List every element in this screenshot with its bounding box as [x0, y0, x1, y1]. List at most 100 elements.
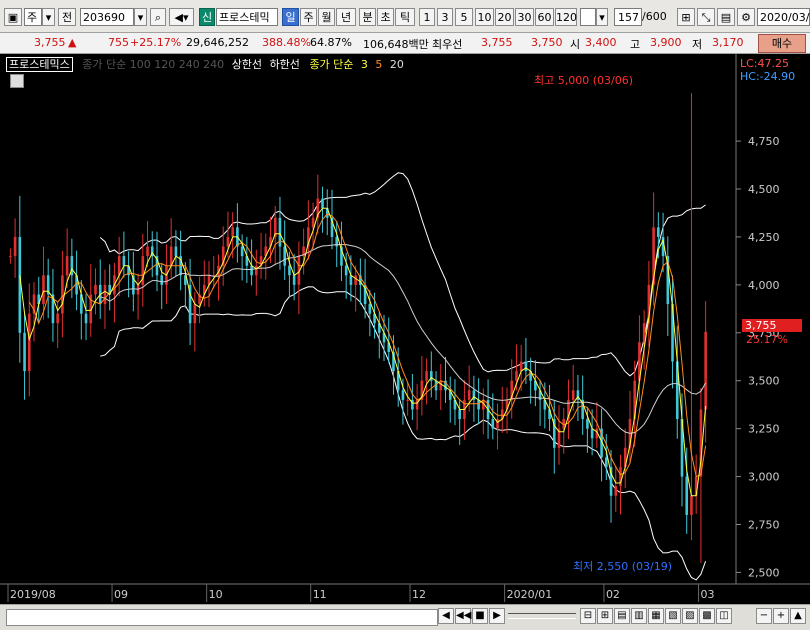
chart-edit-icon[interactable]: ⤡: [697, 8, 715, 26]
price-change: 755: [108, 36, 129, 49]
minute-120[interactable]: 120: [555, 8, 577, 26]
minute-1[interactable]: 1: [419, 8, 435, 26]
settings-gear-icon[interactable]: ⚙: [737, 8, 755, 26]
stock-code-input[interactable]: 203690: [80, 8, 134, 26]
lower-band-line: [100, 286, 707, 581]
upper-band-line: [99, 172, 706, 377]
zoom-f-icon[interactable]: ▧: [665, 608, 681, 624]
sound-icon[interactable]: ◀▾: [169, 8, 194, 26]
chart-tools-icon[interactable]: ⊞: [677, 8, 695, 26]
date-input[interactable]: 2020/03/: [757, 8, 810, 26]
y-tick-label: 4,750: [748, 135, 780, 148]
candle-body: [477, 399, 480, 410]
candle-body: [704, 331, 707, 410]
interval-week[interactable]: 주: [300, 8, 317, 26]
best-label: 최우선: [432, 38, 463, 51]
lc-label: LC:47.25: [740, 57, 790, 70]
legend-ma5: 5: [375, 58, 383, 71]
chart-menu-icon[interactable]: ▣: [4, 8, 22, 26]
candle-body: [614, 486, 618, 496]
minute-5[interactable]: 5: [455, 8, 473, 26]
interval-month[interactable]: 월: [318, 8, 335, 26]
candlestick-chart[interactable]: 4,7504,5004,2504,0003,7503,5003,2503,000…: [0, 54, 810, 604]
minute-custom-input[interactable]: [580, 8, 596, 26]
reset-icon[interactable]: ▲: [790, 608, 806, 624]
candle-body: [250, 265, 253, 276]
zoom-c-icon[interactable]: ▤: [614, 608, 630, 624]
low-annotation: 최저 2,550 (03/19): [573, 560, 673, 573]
x-tick-label: 02: [606, 588, 620, 601]
rewind-icon[interactable]: ◀◀: [455, 608, 471, 624]
legend-ma20: 20: [389, 58, 404, 71]
interval-second[interactable]: 초: [377, 8, 394, 26]
zoom-g-icon[interactable]: ▨: [682, 608, 698, 624]
zoom-e-icon[interactable]: ▦: [648, 608, 664, 624]
candle-body: [84, 313, 88, 324]
interval-minute[interactable]: 분: [359, 8, 376, 26]
candle-body: [401, 390, 405, 400]
turnover: 64.87%: [310, 36, 352, 49]
candle-body: [524, 361, 528, 372]
count-input[interactable]: 157: [614, 8, 642, 26]
high-annotation: 최고 5,000 (03/06): [534, 74, 634, 87]
candle-body: [349, 275, 353, 285]
legend-upper: 상한선: [231, 58, 263, 71]
zoom-b-icon[interactable]: ⊞: [597, 608, 613, 624]
best-ask: 3,755: [481, 36, 513, 49]
period-type-select[interactable]: 주: [24, 8, 42, 26]
minute-20[interactable]: 20: [495, 8, 514, 26]
candle-body: [368, 304, 372, 314]
candle-body: [65, 256, 69, 276]
candle-body: [425, 371, 428, 381]
x-tick-label: 09: [114, 588, 128, 601]
price-tag-value: 3,755: [745, 319, 777, 332]
candle-body: [56, 313, 59, 324]
scroll-left-icon[interactable]: ◀: [438, 608, 454, 624]
candle-body: [458, 409, 461, 420]
minus-icon[interactable]: −: [756, 608, 772, 624]
candle-body: [657, 227, 660, 237]
candle-body: [9, 256, 12, 258]
candle-body: [13, 236, 17, 257]
minute-60[interactable]: 60: [535, 8, 554, 26]
candle-body: [288, 265, 291, 276]
search-icon[interactable]: ⌕: [150, 8, 166, 26]
candle-body: [42, 275, 45, 305]
zoom-d-icon[interactable]: ▥: [631, 608, 647, 624]
chart-save-icon[interactable]: ▤: [717, 8, 735, 26]
open-price: 3,400: [585, 36, 617, 49]
interval-tick[interactable]: 틱: [395, 8, 415, 26]
prev-button[interactable]: 전: [58, 8, 76, 26]
minute-10[interactable]: 10: [475, 8, 494, 26]
x-tick-label: 2019/08: [10, 588, 56, 601]
forward-icon[interactable]: ▶: [489, 608, 505, 624]
low-label: 저: [692, 38, 703, 51]
chart-area[interactable]: 4,750 4,500 4,250 4,000 3,750 3,500 3,250 3,000…: [0, 54, 810, 604]
candle-body: [344, 265, 348, 276]
zoom-slider[interactable]: [508, 613, 576, 619]
candle-body: [122, 256, 126, 266]
x-tick-label: 10: [209, 588, 223, 601]
buy-button[interactable]: 매수: [758, 34, 806, 53]
interval-day[interactable]: 일: [282, 8, 299, 26]
plus-icon[interactable]: +: [773, 608, 789, 624]
minute-3[interactable]: 3: [437, 8, 453, 26]
legend-ma-dim: 종가 단순 100 120 240 240: [82, 58, 225, 71]
horizontal-scrollbar[interactable]: [6, 609, 438, 626]
candle-body: [586, 419, 589, 429]
indicator-toggle-icon[interactable]: [10, 74, 24, 88]
stop-icon[interactable]: ■: [472, 608, 488, 624]
minute-dropdown-icon[interactable]: ▾: [596, 8, 608, 26]
chevron-down-icon[interactable]: ▾: [42, 8, 55, 26]
interval-year[interactable]: 년: [336, 8, 356, 26]
zoom-i-icon[interactable]: ◫: [716, 608, 732, 624]
y-tick-label: 4,500: [748, 183, 780, 196]
zoom-a-icon[interactable]: ⊟: [580, 608, 596, 624]
code-dropdown-icon[interactable]: ▾: [134, 8, 147, 26]
y-tick-label: 2,750: [748, 518, 780, 531]
candle-body: [571, 390, 575, 400]
open-label: 시: [570, 38, 581, 51]
minute-30[interactable]: 30: [515, 8, 534, 26]
candle-body: [94, 284, 97, 295]
zoom-h-icon[interactable]: ▩: [699, 608, 715, 624]
